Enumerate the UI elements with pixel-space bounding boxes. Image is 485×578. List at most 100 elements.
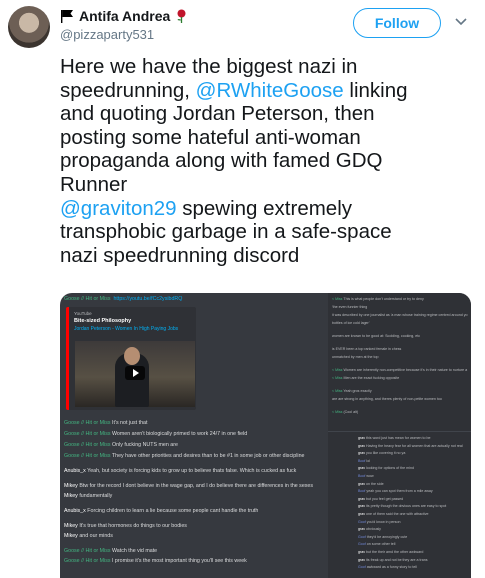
message-text: Btw for the record I dont believe in the… bbox=[77, 483, 314, 489]
tweet-text: Here we have the biggest nazi in speedru… bbox=[60, 55, 480, 267]
tweet-line: speedrunning, @RWhiteGoose linking bbox=[60, 79, 480, 103]
right-chat-line: Boof lol bbox=[358, 459, 370, 463]
chat-message: Mikey and our minds bbox=[64, 533, 113, 540]
message-user: Goof bbox=[358, 534, 367, 539]
chat-message: Goose // Hit or Miss It's not just that bbox=[64, 420, 147, 427]
message-text: one of them said the one with attractive bbox=[366, 512, 429, 516]
message-user: grav bbox=[358, 481, 366, 486]
message-user: Anubis_x bbox=[64, 468, 86, 474]
message-user: Mikey bbox=[64, 523, 78, 529]
message-text: wow bbox=[366, 474, 374, 478]
mention-link[interactable]: @graviton29 bbox=[60, 197, 177, 220]
message-text: It's not just that bbox=[110, 420, 148, 426]
message-user: grav bbox=[358, 527, 366, 532]
line-text: unmatched by men at the top bbox=[332, 355, 379, 359]
right-pane-line: 'the even funnier thing bbox=[332, 305, 367, 309]
chat-message: Goose // Hit or Miss They have other pri… bbox=[64, 453, 304, 460]
youtube-embed: YouTube Bite-sized Philosophy Jordan Pet… bbox=[66, 307, 196, 410]
message-text: Only fucking NUTS men are bbox=[110, 442, 178, 448]
message-text: They have other priorities and desires t… bbox=[110, 453, 305, 459]
right-chat-line: grav obviously bbox=[358, 527, 381, 531]
chat-message: Mikey Btw for the record I dont believe … bbox=[64, 483, 313, 490]
message-user: grav bbox=[358, 557, 366, 562]
message-user: grav bbox=[358, 443, 366, 448]
embed-header: Goose // Hit or Miss https://youtu.be/fC… bbox=[64, 296, 182, 303]
tweet-line: @graviton29 spewing extremely bbox=[60, 197, 480, 221]
chat-message: Anubis_x Forcing children to learn a lie… bbox=[64, 508, 258, 515]
right-chat-line: grav this word just has mean for women t… bbox=[358, 436, 431, 440]
right-pane-line: < Miss Women are inherently non-competit… bbox=[332, 368, 467, 372]
right-chat-line: grav Having the heavy fear for all women… bbox=[358, 444, 463, 448]
right-chat-line: grav looking for options of the mind bbox=[358, 466, 414, 470]
line-text: This is what people don't understand or … bbox=[343, 297, 424, 301]
follow-button[interactable]: Follow bbox=[353, 8, 441, 38]
tweet-line: Runner bbox=[60, 172, 128, 196]
line-text: bottles of ice cold lager' bbox=[332, 321, 370, 325]
chat-message: Goose // Hit or Miss Only fucking NUTS m… bbox=[64, 442, 178, 449]
message-user: grav bbox=[358, 550, 366, 554]
message-user: Goof bbox=[358, 565, 367, 570]
right-pane-line: < Miss (Cool alt) bbox=[332, 410, 358, 414]
message-text: but you feel get passed bbox=[366, 496, 404, 501]
message-link: https://youtu.be/fCc2ysibdRQ bbox=[113, 296, 183, 302]
message-user: Mikey bbox=[64, 533, 78, 539]
message-text: its pretty though the obvious ones are e… bbox=[366, 504, 447, 509]
message-user: grav bbox=[358, 451, 366, 456]
line-prefix: < Miss bbox=[332, 297, 344, 301]
chat-message: Mikey It's true that hormones do things … bbox=[64, 523, 187, 530]
message-user: Goof bbox=[358, 542, 367, 547]
message-text: this word just has mean for women to be bbox=[366, 436, 431, 440]
embed-link: Jordan Peterson - Women In High Paying J… bbox=[74, 326, 179, 332]
message-text: on the side bbox=[366, 481, 384, 486]
tweet-line: nazi speedrunning discord bbox=[60, 243, 300, 267]
right-pane-line: it was described by one journalist as 'a… bbox=[332, 313, 468, 317]
message-text: you'd know in person bbox=[366, 519, 401, 524]
right-pane-line: < Miss Men are the exact fucking opposit… bbox=[332, 376, 399, 380]
right-chat-line: grav you like covering it no ya bbox=[358, 451, 405, 455]
line-text: Women are inherently non-competitive bec… bbox=[343, 368, 468, 372]
message-user: Goose // Hit or Miss bbox=[64, 442, 111, 448]
tweet-line: and quoting Jordan Peterson, then bbox=[60, 102, 375, 126]
message-text: Women aren't biologically primed to work… bbox=[110, 431, 248, 437]
right-chat-line: Boof wow bbox=[358, 474, 374, 478]
right-chat-line: grav on the side bbox=[358, 482, 384, 486]
rose-icon bbox=[177, 9, 186, 23]
user-handle[interactable]: @pizzaparty531 bbox=[60, 27, 154, 42]
line-text: it was described by one journalist as 'a… bbox=[332, 313, 468, 317]
message-user: grav bbox=[358, 466, 366, 471]
message-text: and our minds bbox=[77, 533, 113, 539]
right-chat-line: Boof yeah you can spot them from a mile … bbox=[358, 489, 433, 493]
avatar[interactable] bbox=[8, 6, 50, 48]
message-user: Goose // Hit or Miss bbox=[64, 296, 111, 302]
message-user: grav bbox=[358, 504, 366, 509]
tweet-line: propaganda along with famed GDQ bbox=[60, 149, 383, 173]
message-user: Goose // Hit or Miss bbox=[64, 431, 111, 437]
chat-message: Goose // Hit or Miss Watch the vid mate bbox=[64, 548, 157, 555]
right-chat-line: grav but the their amd the other awkward bbox=[358, 550, 423, 554]
message-text: fundamentally bbox=[77, 493, 113, 499]
message-user: Goof bbox=[358, 519, 367, 524]
line-prefix: < Miss bbox=[332, 368, 344, 372]
chat-message: Goose // Hit or Miss Women aren't biolog… bbox=[64, 431, 247, 438]
display-name[interactable]: Antifa Andrea bbox=[79, 8, 170, 24]
message-text: Forcing children to learn a lie because … bbox=[85, 508, 259, 514]
message-user: Mikey bbox=[64, 483, 78, 489]
video-person-head bbox=[124, 347, 140, 365]
message-text: looking for options of the mind bbox=[366, 466, 414, 471]
message-text: Yeah, but society is forcing kids to gro… bbox=[85, 468, 297, 474]
line-text: is EVER been a top ranked female in ches… bbox=[332, 347, 402, 351]
chevron-down-icon[interactable] bbox=[455, 18, 467, 26]
message-text: yeah you can spot them from a mile away bbox=[366, 489, 433, 494]
mention-link[interactable]: @RWhiteGoose bbox=[196, 79, 344, 102]
message-text: they'd be annoyingly cute bbox=[366, 534, 408, 539]
video-thumbnail bbox=[75, 341, 195, 407]
line-prefix: < Miss bbox=[332, 389, 344, 393]
tweet-line: transphobic garbage in a safe-space bbox=[60, 220, 392, 244]
right-pane-line: unmatched by men at the top bbox=[332, 355, 379, 359]
message-text: Having the heavy fear for all women that… bbox=[366, 443, 463, 448]
right-chat-line: Goof you'd know in person bbox=[358, 520, 400, 524]
line-text: 'the even funnier thing bbox=[332, 305, 368, 309]
pane-separator bbox=[328, 431, 471, 432]
message-text: on some other tell bbox=[366, 542, 396, 547]
discord-screenshot[interactable]: Goose // Hit or Miss https://youtu.be/fC… bbox=[60, 293, 471, 578]
